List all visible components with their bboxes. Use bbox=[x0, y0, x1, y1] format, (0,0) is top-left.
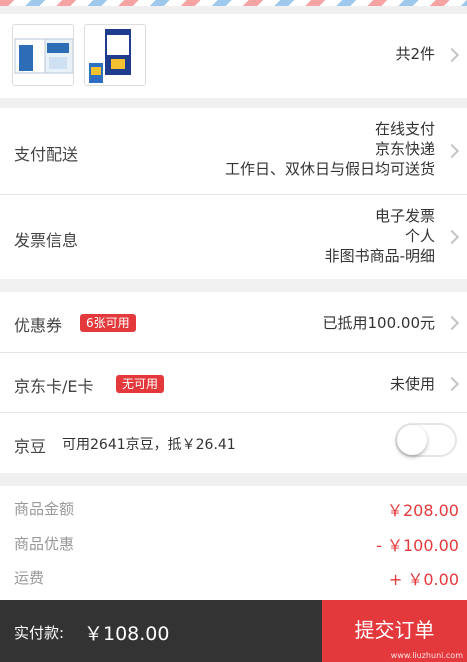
invoice-label: 发票信息 bbox=[14, 231, 79, 250]
shipping-value: + ￥0.00 bbox=[388, 570, 459, 589]
goods-discount-value: - ￥100.00 bbox=[376, 536, 459, 555]
goods-amount-value: ￥208.00 bbox=[387, 501, 459, 520]
invoice-type: 电子发票 bbox=[374, 207, 435, 225]
delivery-pay-method: 在线支付 bbox=[374, 120, 435, 138]
goods-amount-label: 商品金额 bbox=[14, 500, 75, 518]
coupon-label: 优惠券 bbox=[14, 316, 63, 335]
delivery-time: 工作日、双休日与假日均可送货 bbox=[224, 160, 435, 178]
shipping-label: 运费 bbox=[14, 569, 45, 587]
toggle-knob bbox=[397, 425, 427, 455]
invoice-title: 个人 bbox=[404, 227, 435, 245]
jingdou-toggle[interactable] bbox=[395, 423, 457, 457]
jingdou-desc: 可用2641京豆，抵￥26.41 bbox=[62, 437, 236, 453]
goods-discount-label: 商品优惠 bbox=[14, 535, 75, 553]
jingdou-label: 京豆 bbox=[14, 437, 47, 456]
invoice-content: 非图书商品-明细 bbox=[324, 247, 435, 265]
pay-amount-label: 实付款: bbox=[14, 624, 65, 642]
jdcard-label: 京东卡/E卡 bbox=[14, 377, 94, 396]
delivery-label: 支付配送 bbox=[14, 145, 79, 164]
coupon-value: 已抵用100.00元 bbox=[322, 314, 436, 332]
checkout-bar: 实付款: ￥108.00 提交订单 www.liuzhuni.com bbox=[0, 600, 467, 662]
product-thumb-1 bbox=[12, 24, 74, 86]
decorative-stripe bbox=[0, 0, 467, 6]
watermark: www.liuzhuni.com bbox=[390, 651, 463, 660]
product-count: 共2件 bbox=[395, 45, 435, 63]
milk-box-product-image bbox=[14, 38, 73, 74]
product-thumb-2 bbox=[84, 24, 146, 86]
pay-amount-value: ￥108.00 bbox=[84, 623, 170, 645]
milk-carton-product-image bbox=[89, 29, 131, 83]
invoice-details: 电子发票 个人 非图书商品-明细 bbox=[325, 206, 435, 266]
delivery-courier: 京东快递 bbox=[374, 140, 435, 158]
jdcard-value: 未使用 bbox=[389, 375, 435, 393]
jdcard-unavailable-badge: 无可用 bbox=[116, 375, 165, 393]
coupon-available-badge: 6张可用 bbox=[80, 314, 136, 332]
delivery-method: 在线支付 京东快递 工作日、双休日与假日均可送货 bbox=[225, 119, 435, 179]
